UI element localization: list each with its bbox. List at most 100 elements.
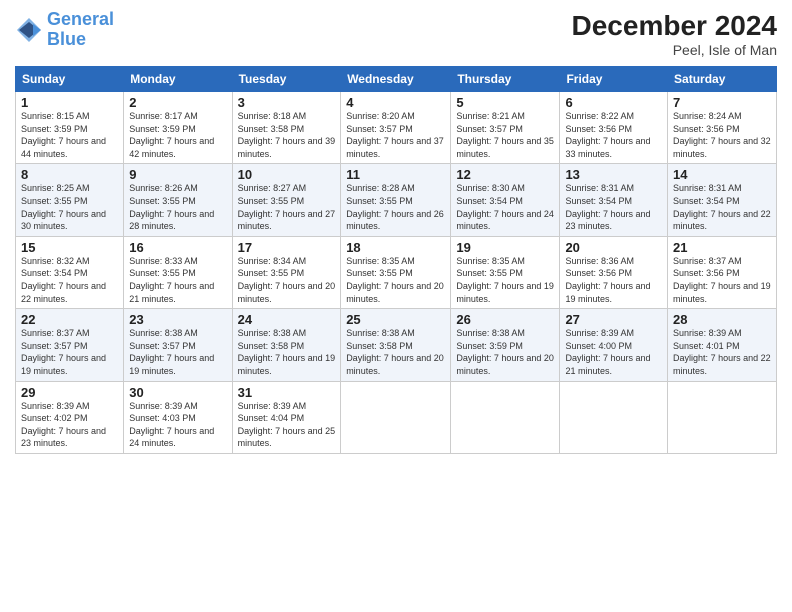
calendar-cell [560,381,668,453]
day-header-wednesday: Wednesday [341,67,451,92]
day-number: 27 [565,312,662,327]
calendar-cell: 15Sunrise: 8:32 AM Sunset: 3:54 PM Dayli… [16,236,124,308]
header: General Blue December 2024 Peel, Isle of… [15,10,777,58]
week-row-3: 15Sunrise: 8:32 AM Sunset: 3:54 PM Dayli… [16,236,777,308]
calendar-cell: 28Sunrise: 8:39 AM Sunset: 4:01 PM Dayli… [668,309,777,381]
day-number: 1 [21,95,118,110]
week-row-4: 22Sunrise: 8:37 AM Sunset: 3:57 PM Dayli… [16,309,777,381]
day-number: 5 [456,95,554,110]
day-header-sunday: Sunday [16,67,124,92]
calendar-cell [451,381,560,453]
day-detail: Sunrise: 8:39 AM Sunset: 4:02 PM Dayligh… [21,400,118,450]
calendar-cell: 18Sunrise: 8:35 AM Sunset: 3:55 PM Dayli… [341,236,451,308]
day-detail: Sunrise: 8:39 AM Sunset: 4:00 PM Dayligh… [565,327,662,377]
calendar-header-row: SundayMondayTuesdayWednesdayThursdayFrid… [16,67,777,92]
calendar-cell: 7Sunrise: 8:24 AM Sunset: 3:56 PM Daylig… [668,92,777,164]
calendar-cell: 8Sunrise: 8:25 AM Sunset: 3:55 PM Daylig… [16,164,124,236]
day-number: 11 [346,167,445,182]
day-number: 4 [346,95,445,110]
day-number: 29 [21,385,118,400]
day-detail: Sunrise: 8:26 AM Sunset: 3:55 PM Dayligh… [129,182,226,232]
day-detail: Sunrise: 8:21 AM Sunset: 3:57 PM Dayligh… [456,110,554,160]
day-number: 12 [456,167,554,182]
calendar-cell: 30Sunrise: 8:39 AM Sunset: 4:03 PM Dayli… [124,381,232,453]
calendar-cell: 14Sunrise: 8:31 AM Sunset: 3:54 PM Dayli… [668,164,777,236]
calendar-cell: 11Sunrise: 8:28 AM Sunset: 3:55 PM Dayli… [341,164,451,236]
calendar-cell: 27Sunrise: 8:39 AM Sunset: 4:00 PM Dayli… [560,309,668,381]
logo: General Blue [15,10,114,50]
day-number: 23 [129,312,226,327]
day-detail: Sunrise: 8:34 AM Sunset: 3:55 PM Dayligh… [238,255,336,305]
day-detail: Sunrise: 8:32 AM Sunset: 3:54 PM Dayligh… [21,255,118,305]
day-detail: Sunrise: 8:38 AM Sunset: 3:58 PM Dayligh… [238,327,336,377]
day-number: 2 [129,95,226,110]
day-number: 25 [346,312,445,327]
day-number: 17 [238,240,336,255]
day-number: 31 [238,385,336,400]
calendar-cell: 12Sunrise: 8:30 AM Sunset: 3:54 PM Dayli… [451,164,560,236]
day-detail: Sunrise: 8:31 AM Sunset: 3:54 PM Dayligh… [565,182,662,232]
day-detail: Sunrise: 8:15 AM Sunset: 3:59 PM Dayligh… [21,110,118,160]
calendar-cell: 21Sunrise: 8:37 AM Sunset: 3:56 PM Dayli… [668,236,777,308]
calendar-cell: 22Sunrise: 8:37 AM Sunset: 3:57 PM Dayli… [16,309,124,381]
calendar-cell [341,381,451,453]
calendar-cell: 19Sunrise: 8:35 AM Sunset: 3:55 PM Dayli… [451,236,560,308]
day-number: 14 [673,167,771,182]
day-number: 6 [565,95,662,110]
day-header-monday: Monday [124,67,232,92]
logo-text: General Blue [47,10,114,50]
calendar-cell: 1Sunrise: 8:15 AM Sunset: 3:59 PM Daylig… [16,92,124,164]
logo-icon [15,16,43,44]
calendar-cell: 13Sunrise: 8:31 AM Sunset: 3:54 PM Dayli… [560,164,668,236]
day-number: 9 [129,167,226,182]
day-number: 16 [129,240,226,255]
day-number: 13 [565,167,662,182]
calendar-cell: 25Sunrise: 8:38 AM Sunset: 3:58 PM Dayli… [341,309,451,381]
day-header-thursday: Thursday [451,67,560,92]
calendar-cell: 26Sunrise: 8:38 AM Sunset: 3:59 PM Dayli… [451,309,560,381]
day-detail: Sunrise: 8:38 AM Sunset: 3:57 PM Dayligh… [129,327,226,377]
day-detail: Sunrise: 8:25 AM Sunset: 3:55 PM Dayligh… [21,182,118,232]
day-detail: Sunrise: 8:38 AM Sunset: 3:59 PM Dayligh… [456,327,554,377]
calendar-cell: 23Sunrise: 8:38 AM Sunset: 3:57 PM Dayli… [124,309,232,381]
calendar-cell: 17Sunrise: 8:34 AM Sunset: 3:55 PM Dayli… [232,236,341,308]
calendar-table: SundayMondayTuesdayWednesdayThursdayFrid… [15,66,777,454]
day-detail: Sunrise: 8:39 AM Sunset: 4:03 PM Dayligh… [129,400,226,450]
day-number: 26 [456,312,554,327]
day-header-tuesday: Tuesday [232,67,341,92]
day-number: 8 [21,167,118,182]
day-detail: Sunrise: 8:35 AM Sunset: 3:55 PM Dayligh… [456,255,554,305]
day-detail: Sunrise: 8:24 AM Sunset: 3:56 PM Dayligh… [673,110,771,160]
day-detail: Sunrise: 8:28 AM Sunset: 3:55 PM Dayligh… [346,182,445,232]
day-detail: Sunrise: 8:22 AM Sunset: 3:56 PM Dayligh… [565,110,662,160]
calendar-cell: 31Sunrise: 8:39 AM Sunset: 4:04 PM Dayli… [232,381,341,453]
day-detail: Sunrise: 8:17 AM Sunset: 3:59 PM Dayligh… [129,110,226,160]
day-number: 3 [238,95,336,110]
day-number: 15 [21,240,118,255]
day-detail: Sunrise: 8:37 AM Sunset: 3:57 PM Dayligh… [21,327,118,377]
calendar-cell: 3Sunrise: 8:18 AM Sunset: 3:58 PM Daylig… [232,92,341,164]
calendar-cell: 9Sunrise: 8:26 AM Sunset: 3:55 PM Daylig… [124,164,232,236]
calendar-cell: 20Sunrise: 8:36 AM Sunset: 3:56 PM Dayli… [560,236,668,308]
day-detail: Sunrise: 8:35 AM Sunset: 3:55 PM Dayligh… [346,255,445,305]
week-row-5: 29Sunrise: 8:39 AM Sunset: 4:02 PM Dayli… [16,381,777,453]
calendar-title: December 2024 [572,10,777,42]
calendar-subtitle: Peel, Isle of Man [572,42,777,58]
day-number: 19 [456,240,554,255]
day-number: 24 [238,312,336,327]
day-number: 18 [346,240,445,255]
title-block: December 2024 Peel, Isle of Man [572,10,777,58]
day-header-friday: Friday [560,67,668,92]
day-detail: Sunrise: 8:39 AM Sunset: 4:04 PM Dayligh… [238,400,336,450]
calendar-cell: 24Sunrise: 8:38 AM Sunset: 3:58 PM Dayli… [232,309,341,381]
day-number: 30 [129,385,226,400]
calendar-cell: 6Sunrise: 8:22 AM Sunset: 3:56 PM Daylig… [560,92,668,164]
day-detail: Sunrise: 8:38 AM Sunset: 3:58 PM Dayligh… [346,327,445,377]
day-header-saturday: Saturday [668,67,777,92]
week-row-2: 8Sunrise: 8:25 AM Sunset: 3:55 PM Daylig… [16,164,777,236]
calendar-cell: 10Sunrise: 8:27 AM Sunset: 3:55 PM Dayli… [232,164,341,236]
calendar-cell: 5Sunrise: 8:21 AM Sunset: 3:57 PM Daylig… [451,92,560,164]
calendar-cell [668,381,777,453]
calendar-cell: 29Sunrise: 8:39 AM Sunset: 4:02 PM Dayli… [16,381,124,453]
day-detail: Sunrise: 8:18 AM Sunset: 3:58 PM Dayligh… [238,110,336,160]
